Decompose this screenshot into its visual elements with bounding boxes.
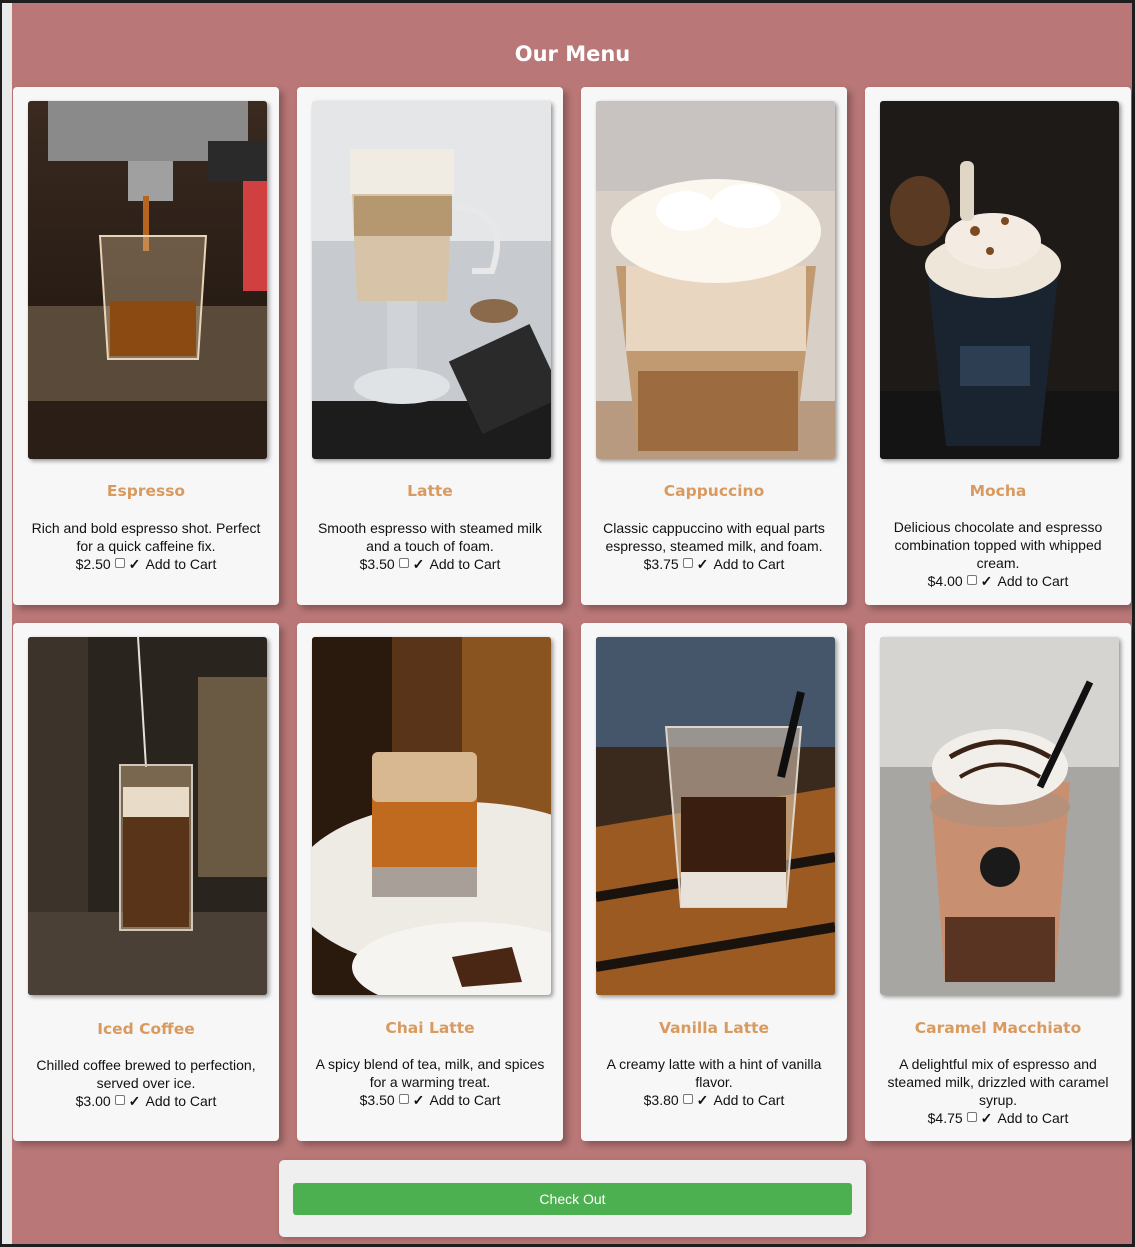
checkmark-icon: ✓ [696,556,709,572]
add-to-cart-label: Add to Cart [429,556,501,572]
add-to-cart-label: Add to Cart [713,1092,785,1108]
item-description: Smooth espresso with steamed milk and a … [317,520,543,554]
menu-card-chai-latte: Chai Latte A spicy blend of tea, milk, a… [297,623,563,1141]
item-name: Caramel Macchiato [914,1019,1082,1037]
latte-photo [312,101,551,459]
caramel-macchiato-photo [880,637,1119,995]
item-description: A creamy latte with a hint of vanilla fl… [606,1056,822,1090]
item-price: $3.00 [75,1093,111,1109]
menu-card-iced-coffee: Iced Coffee Chilled coffee brewed to per… [13,623,279,1141]
checkout-button[interactable]: Check Out [293,1183,852,1215]
menu-card-caramel-macchiato: Caramel Macchiato A delightful mix of es… [865,623,1131,1141]
add-to-cart-checkbox[interactable] [114,1095,125,1105]
item-details: Chilled coffee brewed to perfection, ser… [25,1056,267,1110]
add-to-cart-checkbox[interactable] [966,1112,977,1122]
item-details: Classic cappuccino with equal parts espr… [593,519,835,573]
item-description: Chilled coffee brewed to perfection, ser… [36,1057,256,1091]
item-details: A spicy blend of tea, milk, and spices f… [309,1055,551,1109]
add-to-cart-label: Add to Cart [713,556,785,572]
checkmark-icon: ✓ [980,573,993,589]
checkmark-icon: ✓ [980,1110,993,1126]
item-details: Delicious chocolate and espresso combina… [877,518,1119,590]
item-details: Smooth espresso with steamed milk and a … [309,519,551,573]
page-title: Our Menu [514,42,631,66]
item-description: Classic cappuccino with equal parts espr… [603,520,825,554]
add-to-cart-checkbox[interactable] [682,1094,693,1104]
item-details: A creamy latte with a hint of vanilla fl… [593,1055,835,1109]
item-name: Espresso [106,482,186,500]
item-name: Latte [407,482,453,500]
cappuccino-photo [596,101,835,459]
item-details: Rich and bold espresso shot. Perfect for… [25,519,267,573]
menu-card-espresso: Espresso Rich and bold espresso shot. Pe… [13,87,279,605]
item-description: A spicy blend of tea, milk, and spices f… [315,1056,545,1090]
add-to-cart-label: Add to Cart [145,556,217,572]
item-price: $4.75 [927,1110,963,1126]
add-to-cart-label: Add to Cart [145,1093,217,1109]
item-price: $3.80 [643,1092,679,1108]
add-to-cart-checkbox[interactable] [114,558,125,568]
add-to-cart-label: Add to Cart [429,1092,501,1108]
menu-card-latte: Latte Smooth espresso with steamed milk … [297,87,563,605]
checkmark-icon: ✓ [128,1093,141,1109]
item-name: Iced Coffee [97,1020,195,1038]
checkmark-icon: ✓ [696,1092,709,1108]
item-price: $4.00 [927,573,963,589]
item-price: $3.50 [359,1092,395,1108]
item-price: $3.75 [643,556,679,572]
add-to-cart-checkbox[interactable] [398,1094,409,1104]
item-price: $2.50 [75,556,111,572]
item-price: $3.50 [359,556,395,572]
menu-card-vanilla-latte: Vanilla Latte A creamy latte with a hint… [581,623,847,1141]
checkmark-icon: ✓ [412,556,425,572]
add-to-cart-checkbox[interactable] [682,558,693,568]
checkmark-icon: ✓ [128,556,141,572]
mocha-photo [880,101,1119,459]
add-to-cart-checkbox[interactable] [966,575,977,585]
item-description: A delightful mix of espresso and steamed… [887,1056,1109,1108]
iced-coffee-photo [28,637,267,995]
add-to-cart-checkbox[interactable] [398,558,409,568]
checkout-panel: Check Out [279,1160,866,1237]
add-to-cart-label: Add to Cart [997,573,1069,589]
checkmark-icon: ✓ [412,1092,425,1108]
item-description: Rich and bold espresso shot. Perfect for… [31,520,261,554]
item-name: Cappuccino [663,482,765,500]
menu-card-mocha: Mocha Delicious chocolate and espresso c… [865,87,1131,605]
item-name: Chai Latte [385,1019,475,1037]
vanilla-latte-photo [596,637,835,995]
item-name: Mocha [969,482,1027,500]
menu-card-cappuccino: Cappuccino Classic cappuccino with equal… [581,87,847,605]
espresso-photo [28,101,267,459]
item-description: Delicious chocolate and espresso combina… [893,519,1103,571]
item-name: Vanilla Latte [658,1019,770,1037]
item-details: A delightful mix of espresso and steamed… [877,1055,1119,1127]
chai-latte-photo [312,637,551,995]
add-to-cart-label: Add to Cart [997,1110,1069,1126]
